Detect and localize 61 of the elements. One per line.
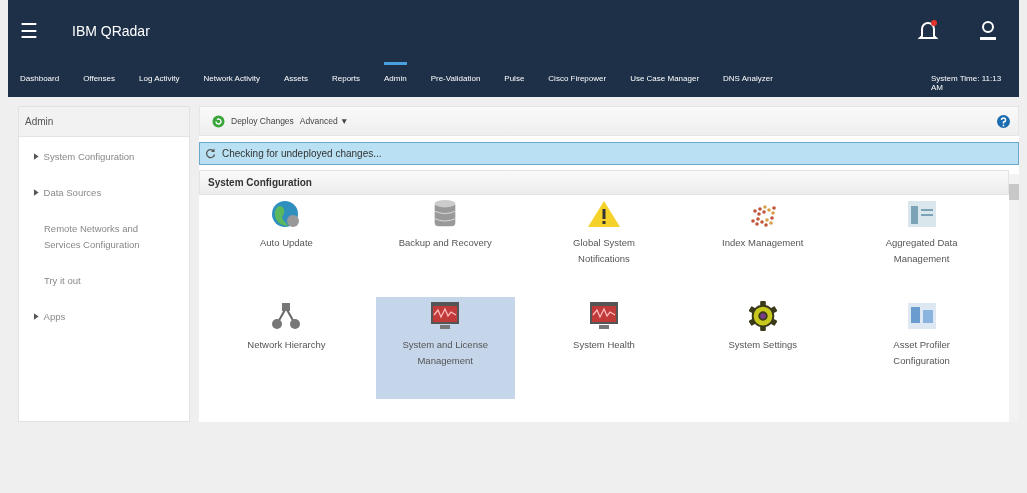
admin-tile[interactable]: Aggregated Data Management	[852, 195, 991, 297]
nav-tab[interactable]: DNS Analyzer	[723, 62, 773, 93]
sidebar-item[interactable]: System Configuration	[43, 149, 175, 165]
nav-tab[interactable]: Use Case Manager	[630, 62, 700, 93]
expand-arrow-icon[interactable]	[33, 189, 40, 196]
status-message: Checking for undeployed changes...	[222, 148, 382, 159]
tile-label: Auto Update	[260, 236, 313, 250]
admin-tile[interactable]: System and License Management	[375, 297, 515, 399]
admin-tile[interactable]: Index Management	[693, 195, 833, 297]
sidebar-title: Admin	[19, 107, 189, 137]
sidebar-item[interactable]: Apps	[43, 309, 175, 325]
admin-tile[interactable]: Global System Notifications	[534, 195, 674, 297]
nav-tab[interactable]: Network Activity	[203, 62, 260, 93]
globe-icon	[271, 199, 302, 229]
tile-label: Index Management	[722, 236, 804, 250]
gear-icon	[746, 301, 779, 331]
section-title: System Configuration	[208, 177, 312, 188]
nav-tab[interactable]: Pulse	[504, 62, 525, 93]
tile-label: System and License Management	[401, 338, 489, 368]
tile-label: System Health	[573, 338, 635, 352]
monitor-icon	[589, 301, 619, 331]
admin-tile[interactable]: Auto Update	[217, 195, 356, 297]
admin-tile[interactable]: Network Hierarchy	[217, 297, 356, 399]
nav-tab[interactable]: Offenses	[83, 62, 115, 93]
deploy-icon[interactable]	[212, 114, 225, 128]
admin-tile[interactable]: System Settings	[693, 297, 833, 399]
tile-label: System Settings	[728, 338, 798, 352]
sidebar-item[interactable]: Data Sources	[43, 185, 175, 201]
admin-tile[interactable]: System Health	[534, 297, 674, 399]
nav-tab[interactable]: Pre-Validation	[430, 62, 481, 93]
tile-label: Network Hierarchy	[247, 338, 326, 352]
data-chart-icon	[906, 199, 937, 229]
expand-arrow-icon[interactable]	[33, 313, 40, 320]
tile-label: Global System Notifications	[572, 236, 636, 266]
refresh-icon	[205, 148, 216, 159]
menu-icon[interactable]: ☰	[20, 19, 38, 43]
deploy-changes-button[interactable]: Deploy Changes	[231, 116, 294, 126]
advanced-menu[interactable]: Advanced ▼	[299, 116, 349, 126]
nav-tab[interactable]: Dashboard	[20, 62, 60, 93]
nav-tab[interactable]: Log Activity	[139, 62, 180, 93]
user-icon[interactable]	[977, 19, 999, 43]
product-title: IBM QRadar	[72, 23, 150, 39]
nav-tab[interactable]: Cisco Firepower	[548, 62, 607, 93]
nav-tab[interactable]: Assets	[283, 62, 308, 93]
expand-arrow-icon[interactable]	[33, 153, 40, 160]
sidebar-item[interactable]: Try it out	[33, 273, 175, 289]
network-icon	[271, 301, 302, 331]
monitor-icon	[430, 301, 461, 331]
help-icon[interactable]	[997, 114, 1010, 128]
system-time: System Time: 11:13 AM	[931, 73, 1003, 92]
nav-tab[interactable]: Admin	[384, 62, 407, 93]
warning-icon	[587, 199, 621, 229]
nav-tab[interactable]: Reports	[331, 62, 360, 93]
sidebar-item[interactable]: Remote Networks and Services Configuration	[33, 221, 175, 253]
tile-label: Asset Profiler Configuration	[892, 338, 951, 368]
admin-tile[interactable]: Asset Profiler Configuration	[852, 297, 991, 399]
servers-icon	[906, 301, 937, 331]
admin-tile[interactable]: Backup and Recovery	[375, 195, 515, 297]
database-icon	[433, 199, 458, 229]
tile-label: Aggregated Data Management	[884, 236, 959, 266]
tile-label: Backup and Recovery	[398, 236, 492, 250]
